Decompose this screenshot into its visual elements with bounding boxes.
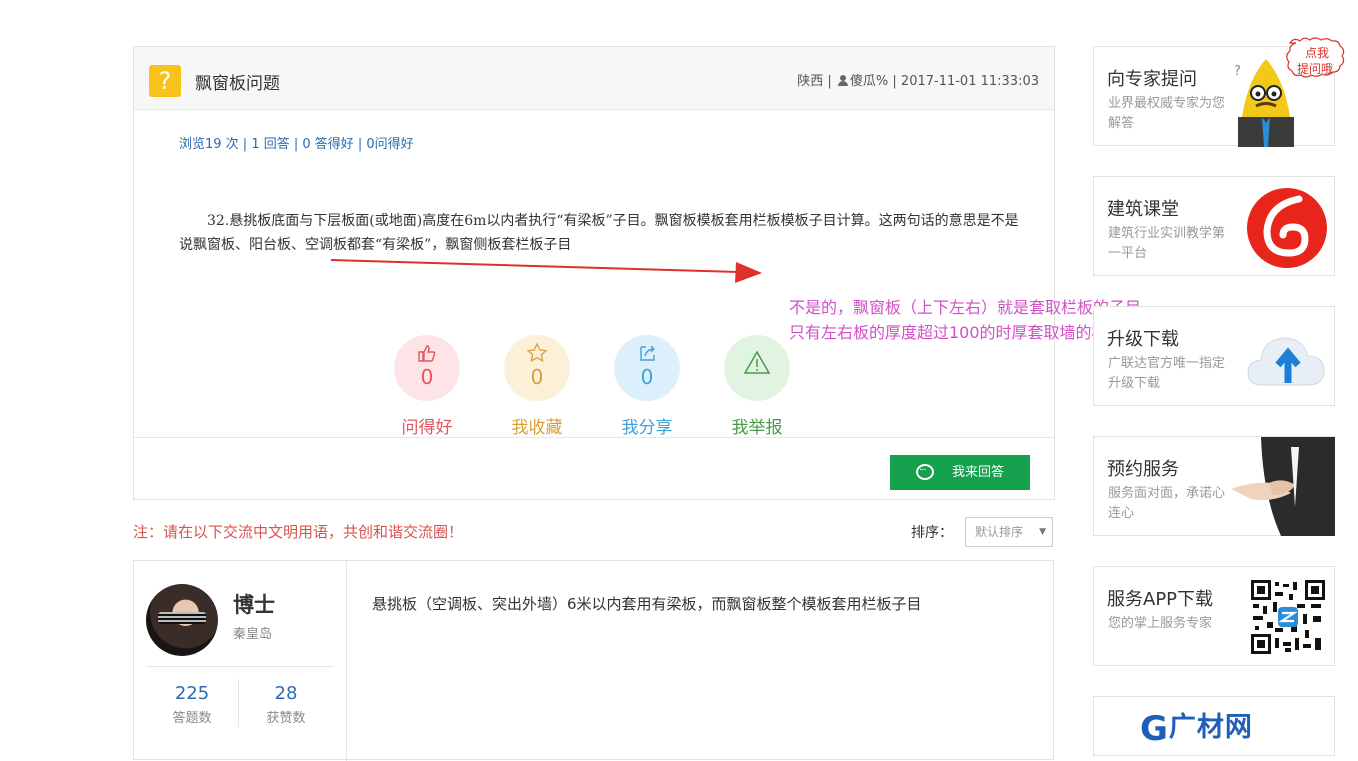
answer-text: 悬挑板（空调板、突出外墙）6米以内套用有梁板，而飘窗板整个模板套用栏板子目	[372, 595, 922, 613]
share-button[interactable]: 0 我分享	[613, 335, 681, 438]
favorite-circle: 0	[504, 335, 570, 401]
sidebar-desc: 您的掌上服务专家	[1108, 616, 1213, 631]
question-datetime: 2017-11-01 11:33:03	[900, 74, 1039, 89]
chat-bubble-icon	[915, 453, 934, 488]
sidebar-title: 建筑课堂	[1107, 199, 1179, 220]
answer-user-panel: 博士 秦皇岛 225 答题数 28 获赞数	[134, 561, 347, 761]
avatar[interactable]	[146, 584, 218, 656]
likes-stat: 28 获赞数	[240, 683, 332, 726]
like-label: 问得好	[401, 418, 453, 438]
handshake-icon	[1231, 437, 1335, 536]
svg-text:?: ?	[1234, 64, 1241, 79]
likes-count: 28	[274, 683, 298, 704]
sidebar-desc: 业界最权威专家为您解答	[1108, 96, 1226, 131]
question-header: ? 飘窗板问题 陕西 | 傻瓜% | 2017-11-01 11:33:03	[134, 47, 1054, 110]
question-author[interactable]: 傻瓜%	[850, 74, 888, 89]
favorite-button[interactable]: 0 我收藏	[503, 335, 571, 438]
bubble-text-2: 提问哦	[1297, 61, 1333, 76]
report-label: 我举报	[731, 418, 783, 438]
avatar-glasses	[158, 612, 206, 624]
annotation-arrow	[330, 259, 762, 283]
sort-label: 排序：	[911, 525, 953, 541]
favorite-count: 0	[530, 365, 544, 389]
guangcai-promo[interactable]: G广材网	[1093, 696, 1335, 756]
dropdown-arrow-icon: ▼	[1039, 527, 1046, 537]
sidebar-title: 向专家提问	[1107, 69, 1197, 90]
user-icon	[837, 75, 848, 86]
sort-selected: 默认排序	[975, 525, 1024, 539]
sidebar-appointment[interactable]: 预约服务 服务面对面，承诺心连心	[1093, 436, 1335, 536]
sidebar-desc: 建筑行业实训教学第一平台	[1108, 226, 1226, 261]
share-count: 0	[640, 365, 654, 389]
stat-divider	[238, 679, 239, 727]
question-meta: 陕西 | 傻瓜% | 2017-11-01 11:33:03	[797, 74, 1039, 89]
sidebar-title: 预约服务	[1107, 459, 1179, 480]
answers-label: 答题数	[172, 711, 212, 726]
guangcai-logo: G广材网	[1140, 705, 1253, 749]
sidebar-title: 升级下载	[1107, 329, 1179, 350]
answer-user-location: 秦皇岛	[233, 627, 273, 642]
question-title: 飘窗板问题	[195, 74, 280, 94]
sidebar-classroom[interactable]: 建筑课堂 建筑行业实训教学第一平台	[1093, 176, 1335, 276]
sidebar-app-download[interactable]: 服务APP下载 您的掌上服务专家	[1093, 566, 1335, 666]
report-button[interactable]: 我举报	[723, 335, 791, 438]
g-logo-icon: G	[1140, 709, 1169, 749]
star-icon	[526, 343, 548, 363]
promo-logo-text: 广材网	[1168, 712, 1253, 743]
question-footer: 我来回答	[134, 437, 1054, 499]
answer-button[interactable]: 我来回答	[890, 453, 1030, 490]
answer-user-name[interactable]: 博士	[233, 589, 275, 619]
favorite-label: 我收藏	[511, 418, 563, 438]
notice-text: 注：请在以下交流中文明用语，共创和谐交流圈！	[133, 523, 464, 541]
share-circle: 0	[614, 335, 680, 401]
question-body: 32.悬挑板底面与下层板面(或地面)高度在6m以内者执行“有梁板”子目。飘窗板模…	[179, 213, 1019, 253]
user-divider	[146, 666, 334, 667]
bubble-text-1: 点我	[1305, 46, 1329, 60]
question-mark-icon: ?	[149, 65, 181, 97]
qr-code-icon	[1251, 580, 1325, 654]
like-count: 0	[420, 365, 434, 389]
answer-button-label: 我来回答	[951, 465, 1004, 480]
question-stats: 浏览19 次 | 1 回答 | 0 答得好 | 0问得好	[179, 137, 414, 152]
speech-bubble-icon: 点我 提问哦	[1286, 37, 1345, 78]
report-circle	[724, 335, 790, 401]
sidebar-title: 服务APP下载	[1107, 589, 1214, 610]
sidebar-upgrade-download[interactable]: 升级下载 广联达官方唯一指定升级下载	[1093, 306, 1335, 406]
answer-card: 博士 秦皇岛 225 答题数 28 获赞数 悬挑板（空调板、突出外墙）6米以内套…	[133, 560, 1054, 761]
share-icon	[640, 345, 655, 361]
sidebar-desc: 服务面对面，承诺心连心	[1108, 486, 1226, 521]
answers-stat: 225 答题数	[146, 683, 238, 726]
sort-select[interactable]: 默认排序 ▼	[965, 517, 1053, 547]
likes-label: 获赞数	[266, 711, 306, 726]
like-question-button[interactable]: 0 问得好	[393, 335, 461, 438]
thumbs-up-icon	[418, 345, 436, 362]
sidebar-ask-expert[interactable]: 向专家提问 业界最权威专家为您解答 ? 点我 提问哦	[1093, 37, 1345, 147]
classroom-logo-icon	[1247, 188, 1327, 268]
like-circle: 0	[394, 335, 460, 401]
sidebar-desc: 广联达官方唯一指定升级下载	[1108, 356, 1226, 391]
warning-icon	[743, 350, 771, 374]
cloud-upload-icon	[1247, 337, 1325, 386]
question-region[interactable]: 陕西	[797, 74, 823, 89]
share-label: 我分享	[621, 418, 673, 438]
answers-count: 225	[174, 683, 210, 704]
